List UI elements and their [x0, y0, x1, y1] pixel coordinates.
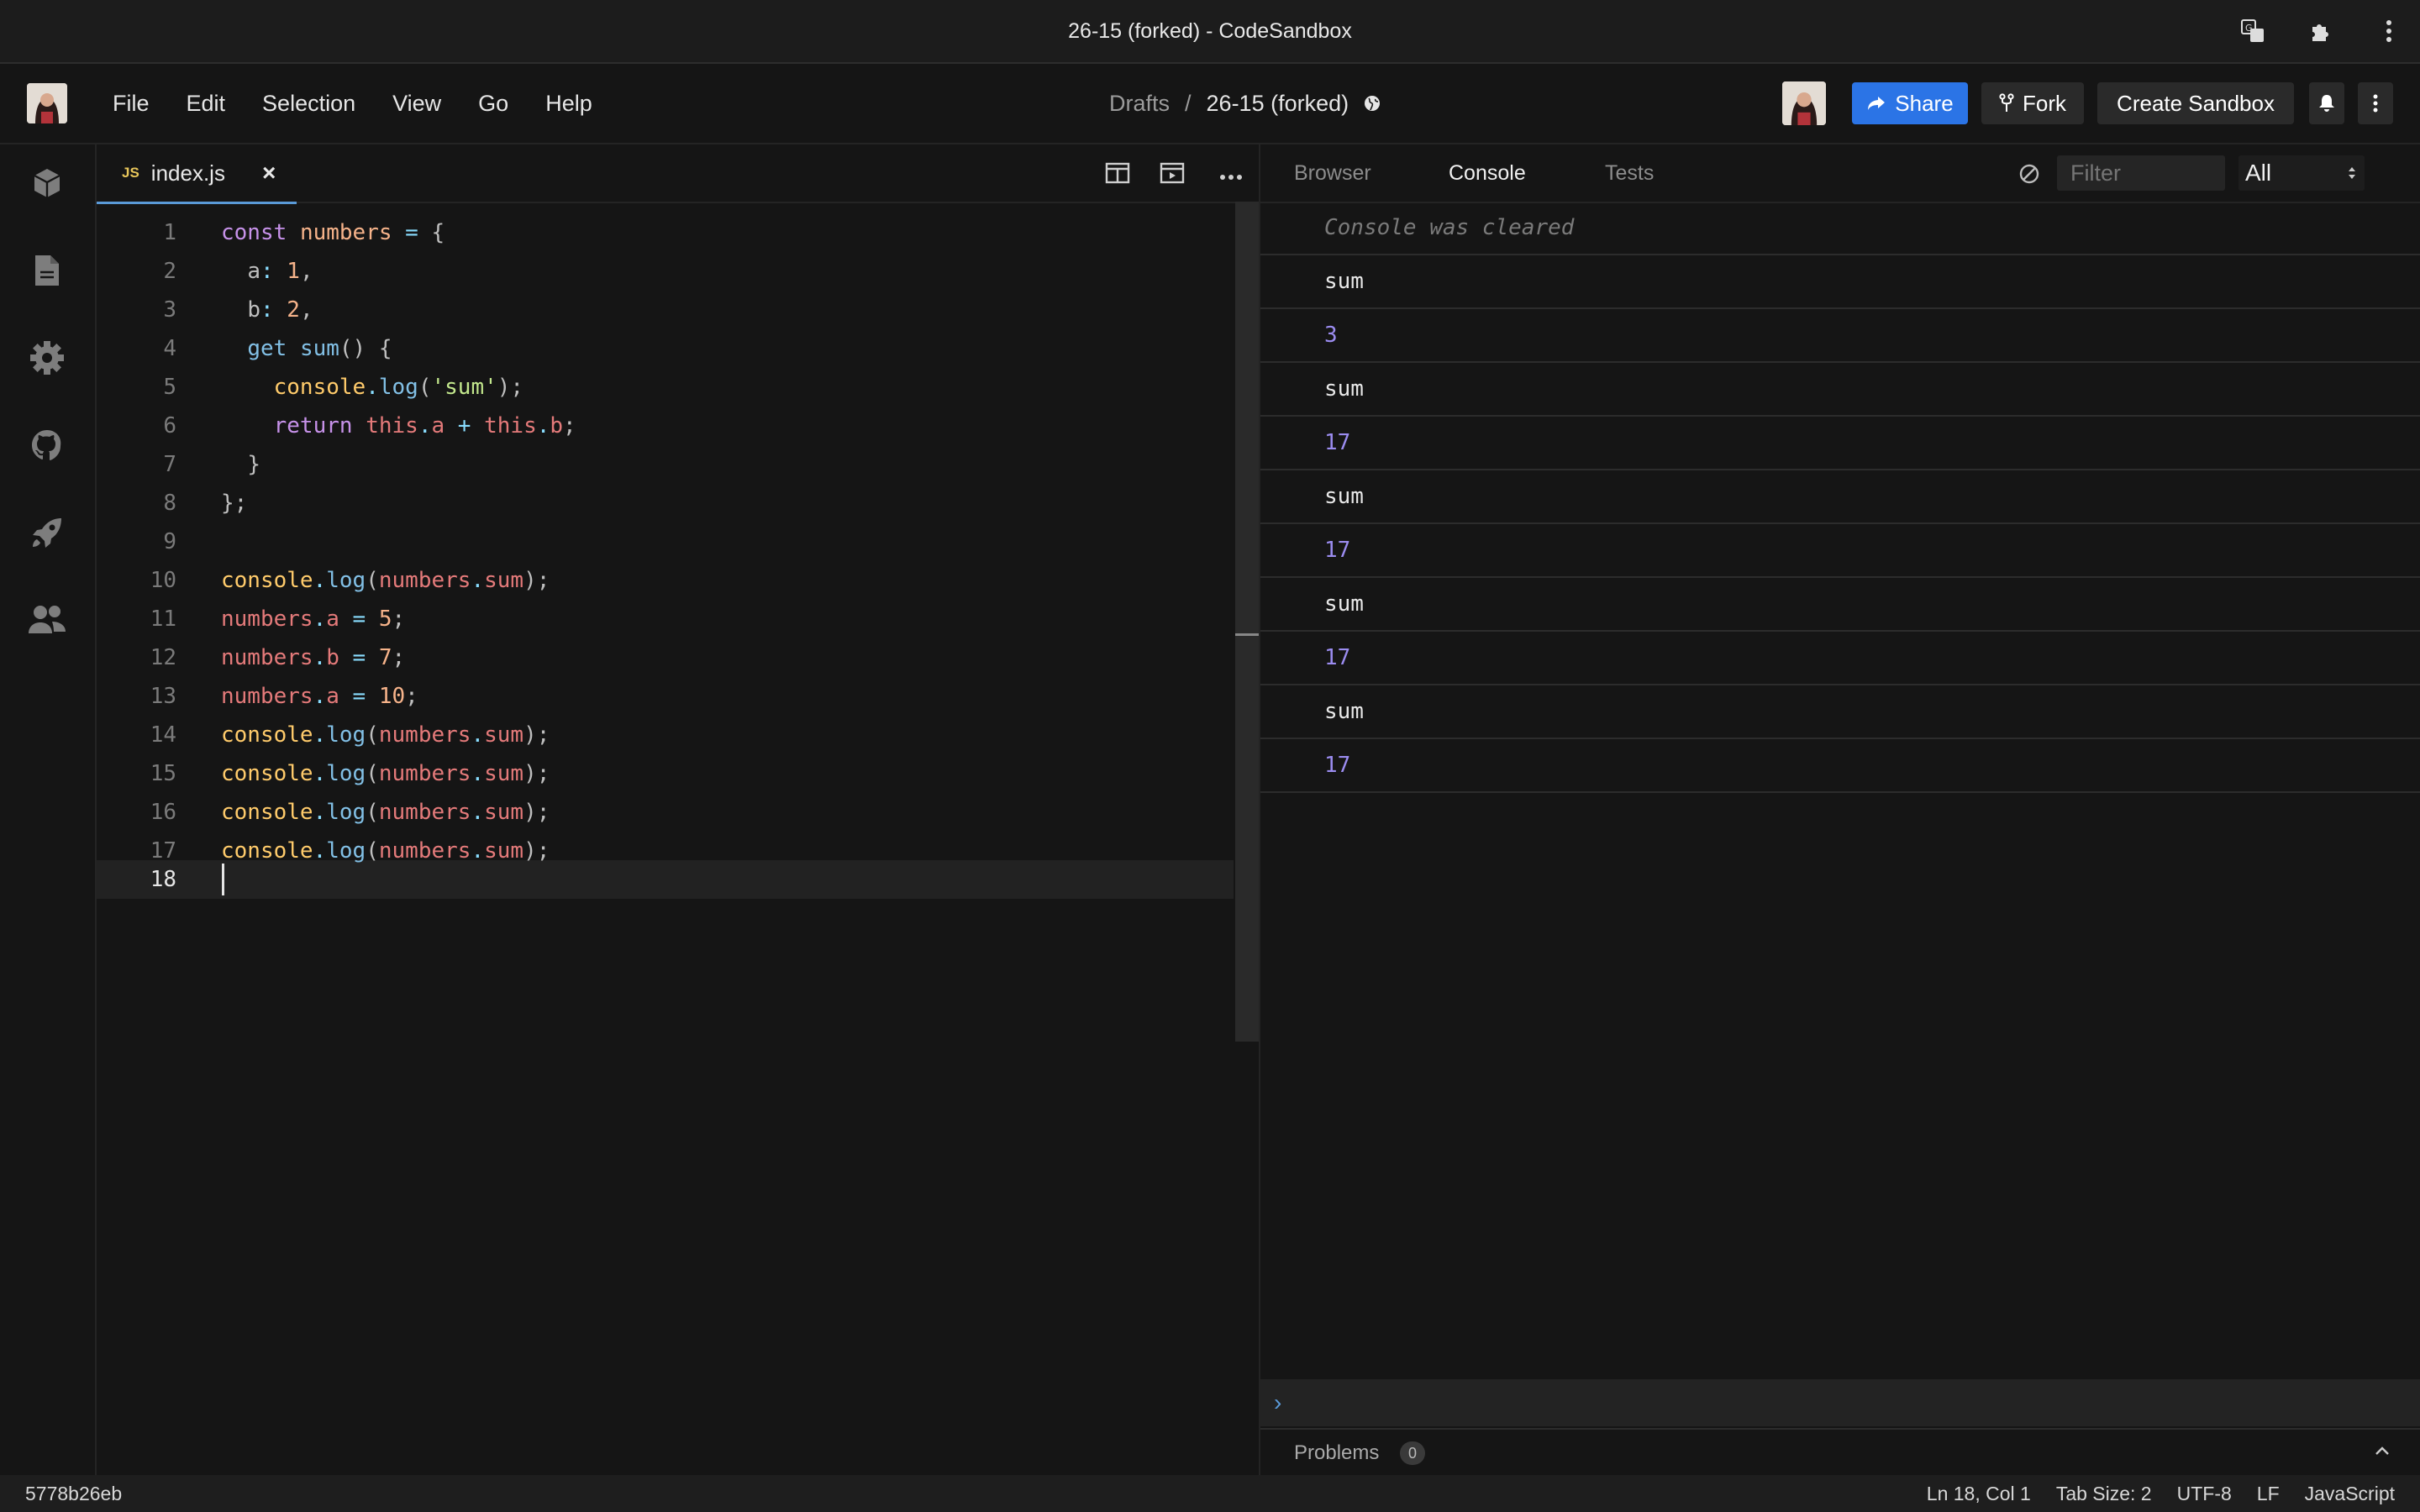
- console-log-entry: 17: [1260, 524, 2420, 578]
- line-ending[interactable]: LF: [2257, 1483, 2280, 1505]
- chevron-up-icon[interactable]: [2375, 1445, 2390, 1460]
- console-log-entry: 17: [1260, 739, 2420, 793]
- editor-scrollbar[interactable]: [1235, 202, 1259, 1042]
- editor-tab-bar: JS index.js ×: [97, 144, 1259, 204]
- activity-bar: [0, 144, 97, 1475]
- fork-icon: [1999, 93, 2014, 113]
- menu-bar: File Edit Selection View Go Help: [94, 64, 611, 143]
- commit-hash: 5778b26eb: [25, 1483, 123, 1504]
- clear-console-icon[interactable]: [2018, 163, 2040, 189]
- console-log-entry: 17: [1260, 632, 2420, 685]
- tab-browser[interactable]: Browser: [1294, 144, 1371, 202]
- browser-menu-icon[interactable]: [2375, 17, 2403, 45]
- menu-go[interactable]: Go: [478, 91, 508, 117]
- preview-pane: Browser Console Tests All Console was cl…: [1260, 144, 2420, 1475]
- svg-text:G: G: [2245, 23, 2253, 34]
- create-sandbox-button[interactable]: Create Sandbox: [2097, 82, 2294, 124]
- user-avatar[interactable]: [1782, 81, 1826, 125]
- breadcrumb-separator: /: [1185, 90, 1192, 116]
- breadcrumb: Drafts / 26-15 (forked): [1109, 64, 1381, 143]
- menu-file[interactable]: File: [113, 91, 150, 117]
- breadcrumb-drafts[interactable]: Drafts: [1109, 91, 1170, 117]
- cursor-position[interactable]: Ln 18, Col 1: [1927, 1483, 2031, 1505]
- file-encoding[interactable]: UTF-8: [2177, 1483, 2232, 1505]
- close-tab-icon[interactable]: ×: [262, 160, 276, 186]
- tab-tests[interactable]: Tests: [1605, 144, 1654, 202]
- bell-icon: [2318, 94, 2335, 113]
- console-log-entry: 3: [1260, 309, 2420, 363]
- console-filter-input[interactable]: [2057, 155, 2225, 191]
- status-bar: 5778b26eb Ln 18, Col 1 Tab Size: 2 UTF-8…: [0, 1475, 2420, 1512]
- fork-label: Fork: [2023, 90, 2066, 116]
- console-log-entry: sum: [1260, 255, 2420, 309]
- translate-icon[interactable]: G: [2238, 17, 2267, 45]
- notifications-button[interactable]: [2309, 82, 2344, 124]
- select-arrows-icon: [2348, 165, 2356, 185]
- window-title: 26-15 (forked) - CodeSandbox: [1068, 19, 1352, 43]
- console-cleared-message: Console was cleared: [1260, 202, 2420, 255]
- more-options-button[interactable]: [2358, 82, 2393, 124]
- extensions-icon[interactable]: [2306, 17, 2334, 45]
- console-log-entry: sum: [1260, 470, 2420, 524]
- menu-selection[interactable]: Selection: [262, 91, 355, 117]
- settings-gear-icon[interactable]: [27, 338, 67, 378]
- code-editor: JS index.js × 1 const numbers = { 2 a: 1,…: [97, 144, 1260, 1475]
- console-log-entry: sum: [1260, 685, 2420, 739]
- problems-panel-header[interactable]: Problems 0: [1260, 1428, 2420, 1477]
- problems-count-badge: 0: [1400, 1441, 1425, 1465]
- scrollbar-cursor-marker: [1235, 633, 1259, 636]
- open-preview-icon[interactable]: [1160, 161, 1185, 189]
- menu-help[interactable]: Help: [545, 91, 592, 117]
- tab-console[interactable]: Console: [1449, 144, 1526, 202]
- menu-view[interactable]: View: [392, 91, 441, 117]
- problems-label: Problems: [1294, 1441, 1380, 1464]
- deploy-rocket-icon[interactable]: [27, 512, 67, 553]
- log-level-value: All: [2245, 160, 2272, 186]
- console-input[interactable]: ›: [1260, 1379, 2420, 1426]
- live-collaboration-icon[interactable]: [27, 600, 67, 640]
- menu-edit[interactable]: Edit: [187, 91, 226, 117]
- create-sandbox-label: Create Sandbox: [2117, 90, 2275, 116]
- explorer-icon[interactable]: [27, 250, 67, 291]
- tab-filename: index.js: [150, 160, 225, 186]
- breadcrumb-sandbox-name[interactable]: 26-15 (forked): [1207, 91, 1349, 117]
- console-log-entry: 17: [1260, 417, 2420, 470]
- editor-more-icon[interactable]: [1219, 170, 1243, 185]
- console-log-entry: sum: [1260, 363, 2420, 417]
- log-level-select[interactable]: All: [2238, 155, 2365, 191]
- tab-size[interactable]: Tab Size: 2: [2056, 1483, 2152, 1505]
- share-arrow-icon: [1866, 95, 1886, 112]
- language-mode[interactable]: JavaScript: [2305, 1483, 2395, 1505]
- avatar[interactable]: [27, 83, 67, 123]
- js-file-icon: JS: [122, 165, 139, 181]
- console-log-entry: sum: [1260, 578, 2420, 632]
- github-icon[interactable]: [27, 425, 67, 465]
- share-label: Share: [1895, 90, 1954, 116]
- kebab-icon: [2373, 93, 2378, 113]
- app-header: File Edit Selection View Go Help Drafts …: [0, 64, 2420, 144]
- split-editor-icon[interactable]: [1105, 161, 1130, 189]
- tab-index-js[interactable]: JS index.js ×: [97, 144, 297, 204]
- project-info-icon[interactable]: [27, 163, 67, 203]
- share-button[interactable]: Share: [1852, 82, 1968, 124]
- window-titlebar: 26-15 (forked) - CodeSandbox G: [0, 0, 2420, 64]
- fork-button[interactable]: Fork: [1981, 82, 2084, 124]
- preview-tabs: Browser Console Tests All: [1260, 144, 2420, 203]
- console-prompt-icon: ›: [1274, 1389, 1282, 1415]
- globe-icon[interactable]: [1364, 95, 1381, 112]
